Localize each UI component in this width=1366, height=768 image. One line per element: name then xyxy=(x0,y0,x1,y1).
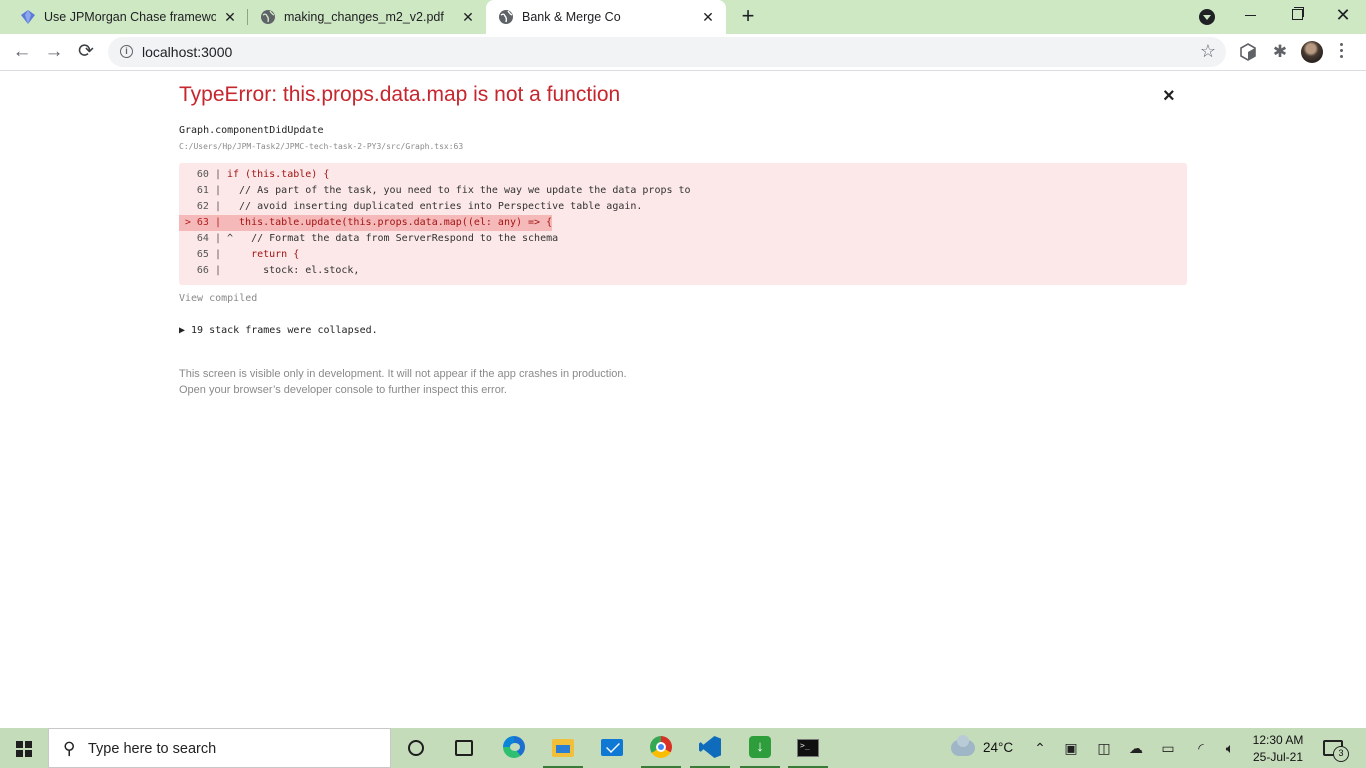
line-gutter: > 63 | xyxy=(184,217,227,228)
code-line: 66 | stock: el.stock, xyxy=(179,263,360,279)
forward-arrow-icon[interactable]: → xyxy=(40,38,68,66)
code-line-highlighted: > 63 | this.table.update(this.props.data… xyxy=(179,215,553,231)
tab-close-icon[interactable]: ✕ xyxy=(700,8,716,26)
stack-frame-path[interactable]: C:/Users/Hp/JPM-Task2/JPMC-tech-task-2-P… xyxy=(179,142,463,151)
mail-icon xyxy=(601,739,623,756)
line-code: // As part of the task, you need to fix … xyxy=(227,185,691,196)
line-gutter: 64 | xyxy=(184,233,227,244)
weather-cloud-icon[interactable] xyxy=(951,735,975,756)
minimize-button[interactable] xyxy=(1228,0,1274,32)
line-gutter: 62 | xyxy=(184,201,227,212)
battery-icon[interactable]: ▭ xyxy=(1159,739,1177,757)
tab-bank-merge-active[interactable]: Bank & Merge Co ✕ xyxy=(486,0,726,34)
tray-app-icon[interactable]: ◫ xyxy=(1095,739,1113,757)
chrome-icon xyxy=(650,736,672,758)
line-gutter: 60 | xyxy=(184,169,227,180)
taskbar-app-terminal[interactable] xyxy=(784,728,832,768)
weather-temperature[interactable]: 24°C xyxy=(983,740,1013,755)
browser-menu-icon[interactable] xyxy=(1340,41,1344,63)
reload-icon[interactable]: ⟳ xyxy=(72,38,100,66)
notification-count-badge: 3 xyxy=(1333,746,1349,762)
line-gutter: 65 | xyxy=(184,249,227,260)
tab-close-icon[interactable]: ✕ xyxy=(222,8,238,26)
chevron-up-icon[interactable]: ⌃ xyxy=(1031,739,1049,757)
folder-icon xyxy=(552,739,574,757)
tab-title: Use JPMorgan Chase frameworks xyxy=(44,10,216,24)
line-code: ^ // Format the data from ServerRespond … xyxy=(227,233,559,244)
tab-title: Bank & Merge Co xyxy=(522,10,621,24)
vscode-icon xyxy=(699,736,721,758)
download-icon xyxy=(749,736,771,758)
taskbar-app-vscode[interactable] xyxy=(686,728,734,768)
profile-avatar[interactable] xyxy=(1301,41,1323,63)
collapsed-frames-toggle[interactable]: ▶ 19 stack frames were collapsed. xyxy=(179,325,378,336)
line-gutter: 66 | xyxy=(184,265,227,276)
code-line: 60 | if (this.table) { xyxy=(179,167,329,183)
line-code: this.table.update(this.props.data.map((e… xyxy=(227,217,553,228)
taskbar-app-mail[interactable] xyxy=(588,728,636,768)
code-line: 61 | // As part of the task, you need to… xyxy=(179,183,691,199)
line-code: return { xyxy=(227,249,300,260)
development-note: This screen is visible only in developme… xyxy=(179,366,627,398)
extensions-puzzle-icon[interactable]: ✱ xyxy=(1271,43,1289,61)
tab-jpmorgan[interactable]: Use JPMorgan Chase frameworks ✕ xyxy=(0,0,248,34)
new-tab-button[interactable]: + xyxy=(737,5,759,28)
url-text[interactable]: localhost:3000 xyxy=(142,44,232,60)
browser-toolbar: ← → ⟳ i localhost:3000 ☆ ✱ xyxy=(0,34,1366,71)
windows-start-icon[interactable] xyxy=(16,741,32,757)
tab-title: making_changes_m2_v2.pdf xyxy=(284,10,444,24)
task-view-icon xyxy=(455,740,473,756)
taskbar-clock[interactable]: 12:30 AM 25-Jul-21 xyxy=(1247,732,1309,766)
cortana-button[interactable] xyxy=(392,728,440,768)
back-arrow-icon[interactable]: ← xyxy=(8,38,36,66)
taskbar-app-chrome[interactable] xyxy=(637,728,685,768)
extension-cube-icon[interactable] xyxy=(1239,43,1257,61)
error-title: TypeError: this.props.data.map is not a … xyxy=(179,83,621,106)
search-placeholder: Type here to search xyxy=(88,741,217,757)
globe-icon xyxy=(261,10,275,24)
code-snippet: 60 | if (this.table) { 61 | // As part o… xyxy=(179,163,1187,285)
taskbar-app-file-explorer[interactable] xyxy=(539,728,587,768)
code-line: 65 | return { xyxy=(179,247,299,263)
volume-icon[interactable]: 🔈︎ xyxy=(1221,739,1239,757)
close-icon[interactable]: × xyxy=(1163,85,1175,108)
jpmorgan-logo-icon xyxy=(21,10,35,24)
bookmark-star-icon[interactable]: ☆ xyxy=(1200,41,1216,62)
code-line: 62 | // avoid inserting duplicated entri… xyxy=(179,199,643,215)
taskbar-search-input[interactable]: ⚲ Type here to search xyxy=(48,728,391,768)
onedrive-cloud-icon[interactable]: ☁ xyxy=(1127,739,1145,757)
line-code: stock: el.stock, xyxy=(227,265,360,276)
taskbar-app-download-manager[interactable] xyxy=(736,728,784,768)
tab-pdf[interactable]: making_changes_m2_v2.pdf ✕ xyxy=(248,0,486,34)
cortana-circle-icon xyxy=(408,740,424,756)
line-code: if (this.table) { xyxy=(227,169,330,180)
tab-search-icon[interactable] xyxy=(1199,9,1215,25)
browser-tab-strip: Use JPMorgan Chase frameworks ✕ making_c… xyxy=(0,0,1366,34)
restore-button[interactable] xyxy=(1274,0,1320,32)
meet-now-icon[interactable]: ▣ xyxy=(1062,739,1080,757)
window-close-button[interactable]: ✕ xyxy=(1320,0,1366,32)
dev-note-line: Open your browser’s developer console to… xyxy=(179,384,507,396)
line-code: // avoid inserting duplicated entries in… xyxy=(227,201,643,212)
view-compiled-link[interactable]: View compiled xyxy=(179,293,257,304)
globe-icon xyxy=(499,10,513,24)
dev-note-line: This screen is visible only in developme… xyxy=(179,368,627,380)
address-bar[interactable]: i localhost:3000 ☆ xyxy=(108,37,1226,67)
taskbar-app-edge[interactable] xyxy=(490,728,538,768)
wifi-icon[interactable]: ◜ xyxy=(1192,739,1210,757)
line-gutter: 61 | xyxy=(184,185,227,196)
task-view-button[interactable] xyxy=(440,728,488,768)
terminal-icon xyxy=(797,739,819,757)
code-line: 64 | ^ // Format the data from ServerRes… xyxy=(179,231,558,247)
stack-frame-function: Graph.componentDidUpdate xyxy=(179,125,324,136)
clock-time: 12:30 AM xyxy=(1252,733,1304,747)
clock-date: 25-Jul-21 xyxy=(1252,750,1304,764)
edge-icon xyxy=(503,736,525,758)
site-info-icon[interactable]: i xyxy=(120,45,133,58)
search-icon: ⚲ xyxy=(63,739,76,758)
tab-close-icon[interactable]: ✕ xyxy=(460,8,476,26)
windows-taskbar: ⚲ Type here to search 24°C ⌃ ▣ ◫ ☁ ▭ ◜ 🔈… xyxy=(0,728,1366,768)
